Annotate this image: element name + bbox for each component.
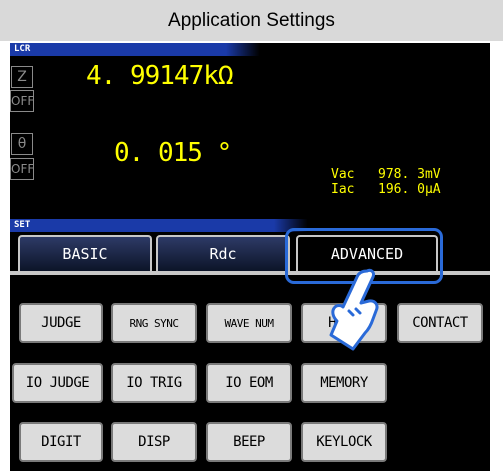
- param2-value: 0. 015 °: [114, 138, 232, 168]
- vac-label: Vac: [331, 167, 355, 182]
- contact-button[interactable]: CONTACT: [397, 303, 483, 343]
- tab-rdc[interactable]: Rdc: [156, 235, 290, 271]
- disp-button[interactable]: DISP: [111, 422, 197, 462]
- digit-button[interactable]: DIGIT: [19, 422, 103, 462]
- io-eom-button[interactable]: IO EOM: [206, 363, 292, 403]
- judge-button[interactable]: JUDGE: [19, 303, 103, 343]
- lcr-header: LCR: [10, 43, 490, 56]
- iac-value: 196. 0μA: [378, 182, 441, 197]
- page-caption: Application Settings: [0, 0, 503, 41]
- param2-comp-box[interactable]: OFF: [10, 158, 34, 180]
- hand-pointer-icon: [323, 267, 385, 362]
- tab-basic[interactable]: BASIC: [18, 235, 152, 271]
- vac-value: 978. 3mV: [378, 167, 441, 182]
- param1-value: 4. 99147kΩ: [86, 61, 234, 91]
- keylock-button[interactable]: KEYLOCK: [301, 422, 387, 462]
- rng-sync-button[interactable]: RNG SYNC: [111, 303, 197, 343]
- param1-box[interactable]: Z: [11, 66, 33, 88]
- wave-num-button[interactable]: WAVE NUM: [206, 303, 292, 343]
- param1-comp-box[interactable]: OFF: [10, 90, 34, 112]
- beep-button[interactable]: BEEP: [206, 422, 292, 462]
- memory-button[interactable]: MEMORY: [301, 363, 387, 403]
- param2-box[interactable]: θ: [11, 133, 33, 155]
- iac-label: Iac: [331, 182, 355, 197]
- io-trig-button[interactable]: IO TRIG: [111, 363, 197, 403]
- io-judge-button[interactable]: IO JUDGE: [12, 363, 103, 403]
